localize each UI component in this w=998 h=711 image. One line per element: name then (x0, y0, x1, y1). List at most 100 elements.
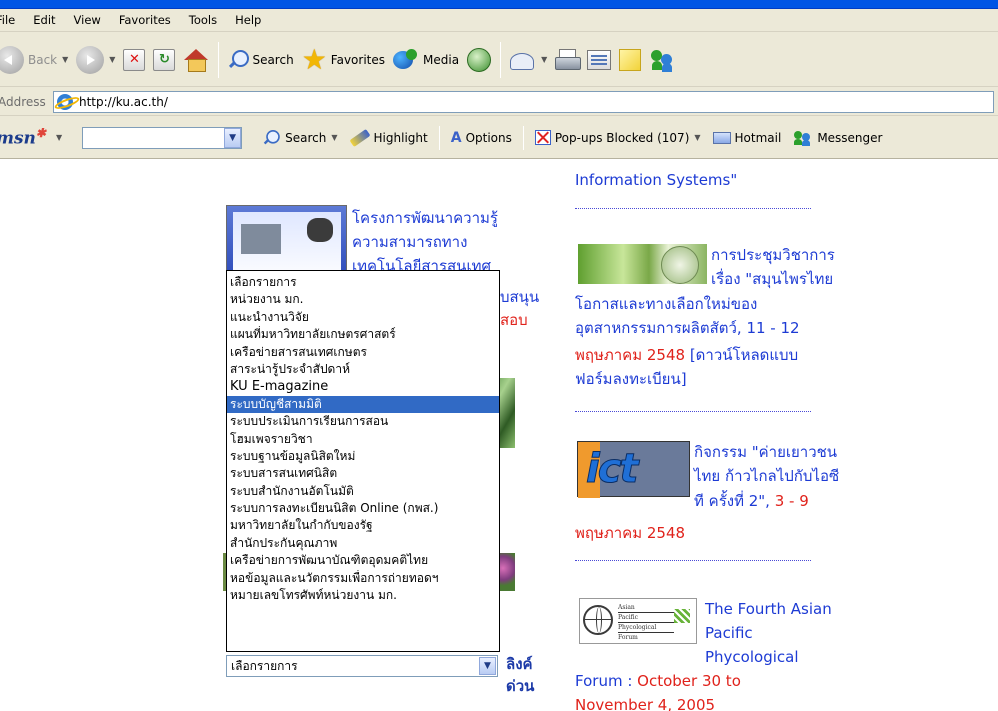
apf-title-line3[interactable]: Phycological (705, 645, 799, 669)
apf-date-end: November 4, 2005 (575, 696, 716, 711)
apf-date-start: October 30 to (637, 672, 741, 690)
star-icon: ★ (301, 42, 327, 76)
herb-title-line2[interactable]: เรื่อง "สมุนไพรไทย (711, 267, 833, 291)
history-button[interactable] (463, 40, 495, 80)
media-button[interactable]: Media (389, 40, 463, 80)
menu-view[interactable]: View (65, 9, 110, 32)
menu-bar: File Edit View Favorites Tools Help (0, 9, 998, 32)
messenger-button[interactable]: Messenger (787, 130, 888, 146)
dropdown-option[interactable]: หน่วยงาน มก. (227, 291, 499, 308)
favorites-button[interactable]: ★ Favorites (298, 40, 389, 80)
menu-help[interactable]: Help (226, 9, 270, 32)
dropdown-option[interactable]: สำนักประกันคุณภาพ (227, 535, 499, 552)
msn-search-button[interactable]: Search ▼ (255, 128, 343, 148)
msn-search-dropdown[interactable]: ▼ (224, 127, 242, 148)
mail-button[interactable]: ▼ (506, 40, 551, 80)
apf-logo-line: Forum (618, 632, 674, 642)
menu-tools[interactable]: Tools (180, 9, 226, 32)
quick-links-label: ลิงค์ ด่วน (506, 653, 546, 697)
media-icon (393, 48, 419, 71)
dropdown-option[interactable]: โฮมเพจรายวิชา (227, 431, 499, 448)
dropdown-option[interactable]: ระบบประเมินการเรียนการสอน (227, 413, 499, 430)
popups-blocked-button[interactable]: Pop-ups Blocked (107) ▼ (529, 130, 707, 145)
chevron-down-icon[interactable]: ▼ (331, 133, 337, 142)
dropdown-option[interactable]: เครือข่ายสารสนเทศเกษตร (227, 344, 499, 361)
chevron-down-icon[interactable]: ▼ (62, 55, 68, 64)
menu-file[interactable]: File (0, 9, 24, 32)
apf-date-line: Forum : October 30 to (575, 669, 741, 693)
quick-links-dropdown-list[interactable]: เลือกรายการ หน่วยงาน มก. แนะนำงานวิจัย แผนท… (226, 270, 500, 652)
ict-date-start: 3 - 9 (769, 492, 809, 510)
dropdown-option[interactable]: ระบบการลงทะเบียนนิสิต Online (กพส.) (227, 500, 499, 517)
dropdown-option[interactable]: สาระน่ารู้ประจำสัปดาห์ (227, 361, 499, 378)
apf-logo-text: Asian Pacific Phycological Forum (618, 603, 674, 642)
home-button[interactable] (179, 40, 213, 80)
discuss-button[interactable] (615, 40, 645, 80)
apf-title-line4[interactable]: Forum : (575, 672, 637, 690)
ict-title-line1[interactable]: กิจกรรม "ค่ายเยาวชน (694, 440, 837, 464)
dropdown-option[interactable]: แนะนำงานวิจัย (227, 309, 499, 326)
quick-links-select[interactable]: เลือกรายการ ▼ (226, 655, 498, 677)
address-input[interactable]: http://ku.ac.th/ (53, 90, 994, 113)
chevron-down-icon[interactable]: ▼ (541, 55, 547, 64)
info-systems-link[interactable]: Information Systems" (575, 168, 737, 192)
item1-fragment-a[interactable]: บสนุน (500, 285, 539, 309)
print-button[interactable] (551, 40, 583, 80)
dotted-divider (575, 411, 811, 412)
apf-logo-line: Pacific (618, 612, 674, 622)
messenger-toolbar-button[interactable] (645, 40, 679, 80)
msn-search-input[interactable] (82, 126, 243, 149)
favorites-label: Favorites (330, 52, 386, 67)
apf-logo-thumbnail[interactable]: Asian Pacific Phycological Forum (579, 598, 697, 644)
chevron-down-icon[interactable]: ▼ (109, 55, 115, 64)
quick-links-label-line1: ลิงค์ (506, 655, 533, 673)
note-icon (619, 48, 642, 71)
chevron-down-icon[interactable]: ▼ (56, 133, 62, 142)
dropdown-option[interactable]: ระบบบัญชีสามมิติ (227, 395, 499, 414)
menu-edit[interactable]: Edit (24, 9, 64, 32)
popups-label: Pop-ups Blocked (107) (554, 130, 690, 145)
dropdown-option[interactable]: ระบบฐานข้อมูลนิสิตใหม่ (227, 448, 499, 465)
dropdown-option[interactable]: หมายเลขโทรศัพท์หน่วยงาน มก. (227, 587, 499, 604)
ict-title-line3-text[interactable]: ที ครั้งที่ 2", (694, 492, 770, 510)
ict-title-line2[interactable]: ไทย ก้าวไกลไปกับไอซี (694, 464, 839, 488)
msn-toolbar: msn✱ ▼ ▼ Search ▼ Highlight A Options Po… (0, 117, 998, 159)
search-button[interactable]: Search (224, 40, 297, 80)
herb-title-line4[interactable]: อุตสาหกรรมการผลิตสัตว์, 11 - 12 (575, 316, 800, 340)
dropdown-option[interactable]: เครือข่ายการพัฒนาบัณฑิตอุดมคติไทย (227, 552, 499, 569)
edit-button[interactable] (583, 40, 615, 80)
dropdown-option[interactable]: KU E-magazine (227, 378, 499, 395)
home-icon (183, 48, 209, 72)
dotted-divider (575, 560, 811, 561)
stop-button[interactable]: ✕ (119, 40, 149, 80)
menu-favorites[interactable]: Favorites (110, 9, 180, 32)
chevron-down-icon[interactable]: ▼ (694, 133, 700, 142)
address-label: Address (0, 94, 46, 109)
dropdown-option[interactable]: มหาวิทยาลัยในกำกับของรัฐ (227, 517, 499, 534)
dropdown-option[interactable]: ระบบสารสนเทศนิสิต (227, 465, 499, 482)
item1-line1: โครงการพัฒนาความรู้ (352, 209, 498, 227)
msn-logo[interactable]: msn✱ (0, 126, 46, 149)
mail-icon (510, 50, 536, 70)
refresh-button[interactable]: ↻ (149, 40, 179, 80)
back-button[interactable]: Back ▼ (0, 40, 72, 80)
options-button[interactable]: A Options (445, 130, 518, 146)
apf-title-line1[interactable]: The Fourth Asian (705, 597, 832, 621)
highlight-button[interactable]: Highlight (344, 128, 434, 147)
hotmail-button[interactable]: Hotmail (707, 131, 788, 145)
dropdown-option[interactable]: เลือกรายการ (227, 274, 499, 291)
dropdown-option[interactable]: หอข้อมูลและนวัตกรรมเพื่อการถ่ายทอดฯ (227, 570, 499, 587)
herb-download-link-cont[interactable]: ฟอร์มลงทะเบียน] (575, 367, 687, 391)
herb-download-link[interactable]: [ดาวน์โหลดแบบ (685, 346, 798, 364)
dropdown-option[interactable]: ระบบสำนักงานอัตโนมัติ (227, 483, 499, 500)
herb-title-line1[interactable]: การประชุมวิชาการ (711, 243, 835, 267)
ict-camp-thumbnail[interactable]: ict (577, 441, 690, 498)
apf-title-line2[interactable]: Pacific (705, 621, 753, 645)
herb-conference-thumbnail[interactable] (578, 244, 707, 284)
dropdown-option[interactable]: แผนที่มหาวิทยาลัยเกษตรศาสตร์ (227, 326, 499, 343)
back-arrow-icon (0, 45, 24, 74)
chevron-down-icon[interactable]: ▼ (479, 657, 496, 675)
herb-title-line3[interactable]: โอกาสและทางเลือกใหม่ของ (575, 292, 757, 316)
item1-link[interactable]: โครงการพัฒนาความรู้ ความสามารถทาง เทคโนโ… (352, 206, 552, 278)
forward-button[interactable]: ▼ (72, 40, 119, 80)
